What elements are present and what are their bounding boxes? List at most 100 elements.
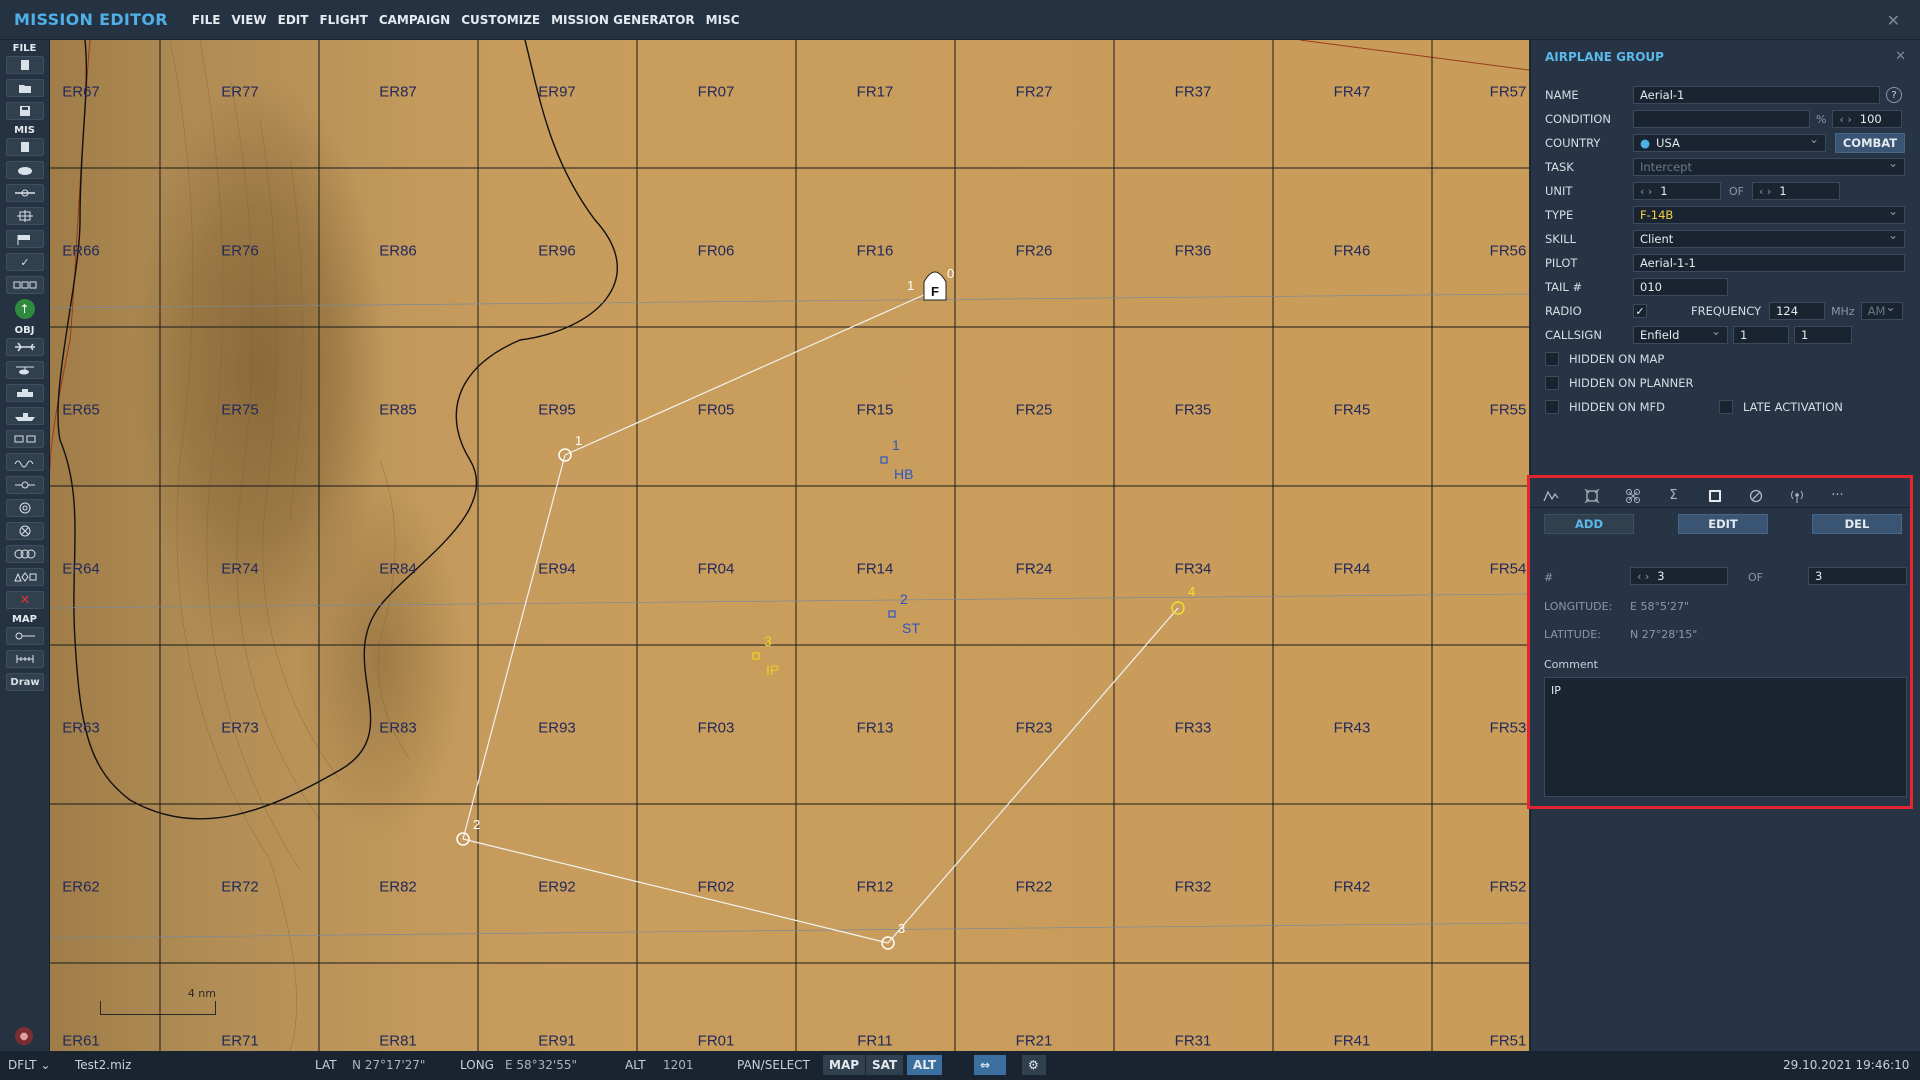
nav-point-icon[interactable]	[6, 476, 44, 494]
shapes-icon[interactable]	[6, 568, 44, 586]
bullseye-icon[interactable]	[6, 499, 44, 517]
open-file-icon[interactable]	[6, 79, 44, 97]
alt-mode-button[interactable]: ALT	[907, 1055, 943, 1075]
nav-point-name: ST	[902, 620, 920, 636]
tab-failures-icon[interactable]	[1735, 484, 1776, 508]
weather-icon[interactable]	[6, 161, 44, 179]
waypoint-number-input[interactable]: ‹ › 3	[1630, 567, 1728, 585]
window-close-icon[interactable]: ✕	[1887, 11, 1900, 30]
waypoint-number: 2	[473, 817, 480, 832]
mission-briefing-icon[interactable]	[6, 138, 44, 156]
grid-label: FR21	[1015, 1032, 1053, 1050]
route-icon[interactable]	[6, 184, 44, 202]
callsign-select[interactable]: Enfield	[1633, 324, 1728, 344]
menu-view[interactable]: VIEW	[231, 13, 266, 27]
unit-row: UNIT ‹ › 1 OF ‹ › 1	[1545, 182, 1840, 200]
airplane-icon[interactable]	[6, 338, 44, 356]
type-select[interactable]: F-14B	[1633, 204, 1905, 224]
check-icon[interactable]: ✓	[6, 253, 44, 271]
pilot-input[interactable]: Aerial-1-1	[1633, 254, 1905, 272]
callsign-number-1[interactable]: 1	[1733, 326, 1789, 344]
tab-radio-icon[interactable]	[1776, 484, 1817, 508]
crosshair-icon[interactable]	[6, 522, 44, 540]
nav-point-marker[interactable]	[752, 652, 760, 660]
tab-targets-icon[interactable]	[1571, 484, 1612, 508]
modulation-select[interactable]: AM	[1860, 300, 1903, 320]
grid-label: FR26	[1015, 242, 1053, 260]
static-object-icon[interactable]	[6, 430, 44, 448]
menu-misc[interactable]: MISC	[706, 13, 740, 27]
tab-more-icon[interactable]: ···	[1817, 484, 1858, 508]
skill-select[interactable]: Client	[1633, 228, 1905, 248]
condition-input[interactable]: ‹ › 100	[1832, 110, 1903, 128]
formation-icon[interactable]	[6, 545, 44, 563]
delete-icon[interactable]: ✕	[6, 591, 44, 609]
helicopter-icon[interactable]	[6, 361, 44, 379]
stepper-icon[interactable]: ‹ ›	[1640, 185, 1652, 198]
unit-total-input[interactable]: ‹ › 1	[1752, 182, 1840, 200]
menu-flight[interactable]: FLIGHT	[319, 13, 367, 27]
ship-icon[interactable]	[6, 407, 44, 425]
map-mode-button[interactable]: MAP	[823, 1055, 866, 1075]
waypoint-number: 0	[947, 266, 954, 281]
stepper-icon[interactable]: ‹ ›	[1759, 185, 1771, 198]
nav-point-marker[interactable]	[888, 610, 896, 618]
tab-route-icon[interactable]	[1530, 484, 1571, 508]
callsign-number-2[interactable]: 1	[1794, 326, 1852, 344]
country-select[interactable]: ● USA	[1633, 132, 1826, 152]
menu-file[interactable]: FILE	[192, 13, 221, 27]
profile-select[interactable]: DFLT ⌄	[8, 1058, 50, 1072]
new-file-icon[interactable]	[6, 56, 44, 74]
comment-textarea[interactable]: IP	[1544, 677, 1907, 797]
radio-checkbox[interactable]: ✓	[1633, 304, 1647, 318]
edit-button[interactable]: EDIT	[1678, 514, 1768, 534]
ruler-icon[interactable]	[6, 650, 44, 668]
help-icon[interactable]: ?	[1886, 87, 1902, 103]
tail-input[interactable]: 010	[1633, 278, 1728, 296]
tab-nav-points-icon[interactable]	[1694, 484, 1735, 508]
task-row: TASK Intercept	[1545, 156, 1905, 176]
combat-button[interactable]: COMBAT	[1835, 133, 1905, 153]
frequency-input[interactable]: 124	[1769, 302, 1826, 320]
grid-label: ER61	[62, 1032, 100, 1050]
late-activation-checkbox[interactable]	[1719, 400, 1733, 414]
draw-button[interactable]: Draw	[6, 673, 44, 691]
stepper-icon[interactable]: ‹ ›	[1839, 113, 1851, 126]
save-file-icon[interactable]	[6, 102, 44, 120]
map-options-icon[interactable]	[6, 627, 44, 645]
grid-label: ER95	[538, 401, 576, 419]
nav-point-marker[interactable]	[880, 456, 888, 464]
up-arrow-icon[interactable]: ↑	[14, 299, 35, 319]
condition-slider[interactable]	[1633, 110, 1810, 128]
late-activation-label: LATE ACTIVATION	[1743, 400, 1843, 414]
trigger-zone-icon[interactable]	[6, 453, 44, 471]
name-input[interactable]: Aerial-1	[1633, 86, 1880, 104]
menu-customize[interactable]: CUSTOMIZE	[461, 13, 540, 27]
unit-input[interactable]: ‹ › 1	[1633, 182, 1721, 200]
task-select[interactable]: Intercept	[1633, 156, 1905, 176]
panel-close-icon[interactable]: ✕	[1895, 49, 1906, 64]
grid-label: ER74	[221, 560, 259, 578]
del-button[interactable]: DEL	[1812, 514, 1902, 534]
ground-unit-icon[interactable]	[6, 384, 44, 402]
sat-mode-button[interactable]: SAT	[866, 1055, 904, 1075]
stepper-icon[interactable]: ‹ ›	[1637, 570, 1649, 583]
menu-mission-generator[interactable]: MISSION GENERATOR	[551, 13, 695, 27]
group-icon[interactable]	[6, 276, 44, 294]
tab-payload-icon[interactable]	[1612, 484, 1653, 508]
target-icon[interactable]	[6, 207, 44, 225]
hidden-on-map-checkbox[interactable]	[1545, 352, 1559, 366]
waypoint-total-input[interactable]: 3	[1808, 567, 1907, 585]
settings-gear-icon[interactable]: ⚙	[1022, 1055, 1046, 1075]
hidden-on-planner-checkbox[interactable]	[1545, 376, 1559, 390]
flag-icon[interactable]	[6, 230, 44, 248]
layers-icon[interactable]: ⇔	[974, 1055, 1006, 1075]
add-button[interactable]: ADD	[1544, 514, 1634, 534]
menu-campaign[interactable]: CAMPAIGN	[379, 13, 450, 27]
tab-summary-icon[interactable]: Σ	[1653, 484, 1694, 508]
record-icon[interactable]: ●	[15, 1027, 33, 1045]
map-canvas[interactable]: F0 1 2 3 4 1 1 HB 2 ST 3 IP ER67 ER77 ER87 ER97 FR07 FR…	[50, 40, 1529, 1051]
hidden-on-mfd-checkbox[interactable]	[1545, 400, 1559, 414]
grid-label: FR25	[1015, 401, 1053, 419]
menu-edit[interactable]: EDIT	[278, 13, 309, 27]
